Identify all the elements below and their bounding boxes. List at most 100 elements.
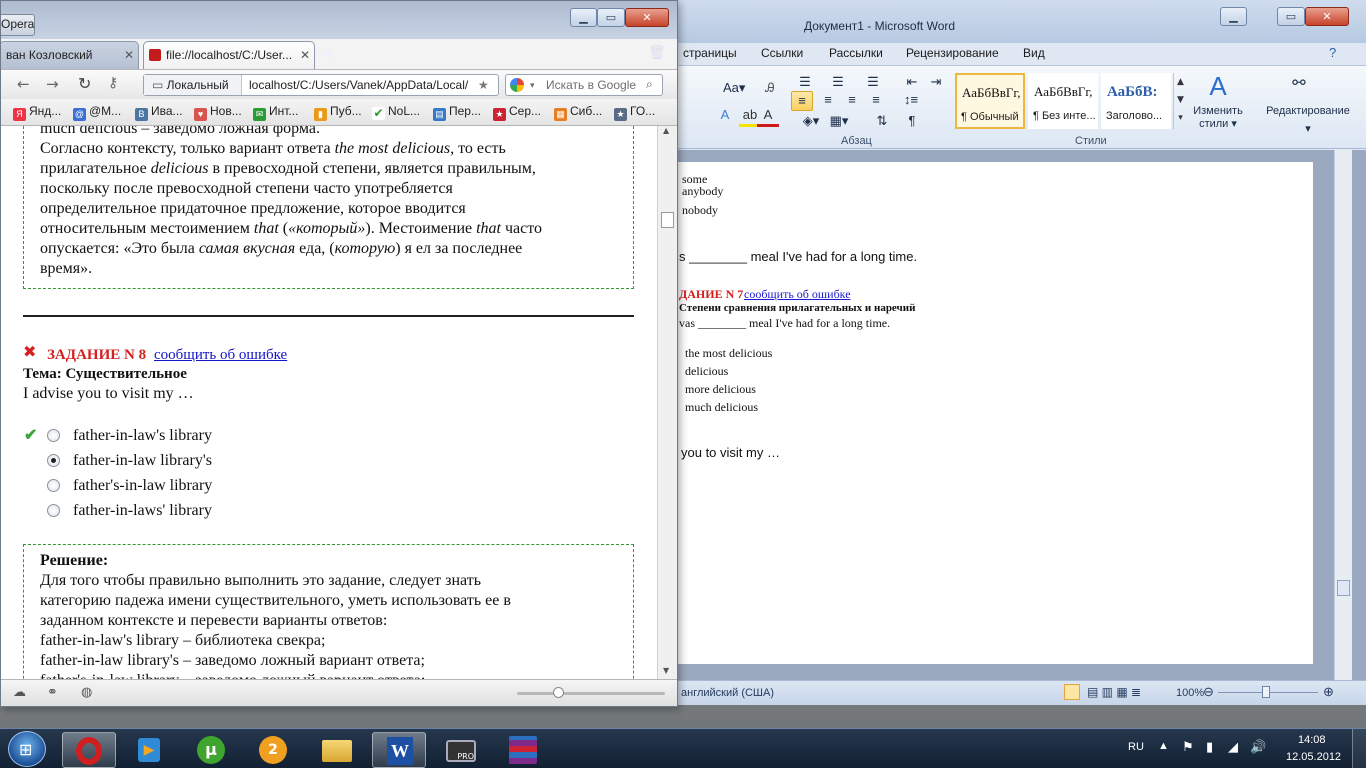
taskbar-app4[interactable]: 2 [246, 732, 300, 768]
zoom-level[interactable]: 100% [1176, 687, 1204, 699]
bookmark-10[interactable]: ▦ Сиб... [554, 104, 602, 121]
view-mode-icons[interactable]: ▤ ▥ ▦ ≣ [1087, 685, 1141, 699]
show-desktop-button[interactable] [1352, 729, 1366, 768]
clear-format-icon[interactable]: Ꭿ [761, 79, 779, 97]
bookmark-4[interactable]: ♥ Нов... [194, 104, 242, 121]
bookmark-8[interactable]: ▤ Пер... [433, 104, 481, 121]
search-engine-dropdown-icon[interactable]: ▾ [530, 75, 535, 95]
address-bar[interactable]: ▭ Локальный localhost/C:/Users/Vanek/App… [143, 74, 499, 96]
taskbar-word[interactable]: W [372, 732, 426, 768]
style-no-spacing[interactable]: АаБбВвГг, ¶ Без инте... [1028, 73, 1098, 129]
reload-icon[interactable]: ↻ [78, 74, 91, 93]
search-field[interactable]: ▾ Искать в Google ⌕ [505, 74, 663, 96]
tab-references[interactable]: Ссылки [761, 46, 803, 60]
opera-maximize-button[interactable]: ▭ [597, 8, 625, 27]
start-button[interactable]: ⊞ [8, 731, 46, 767]
decrease-indent-icon[interactable]: ⇤ [903, 73, 921, 91]
tab-close-icon-2[interactable]: ✕ [300, 42, 310, 68]
bullets-icon[interactable]: ☰ [793, 73, 817, 91]
taskbar-video-app[interactable]: PRO [434, 732, 488, 768]
volume-icon[interactable]: 🔊 [1250, 739, 1266, 755]
opera-link-icon[interactable]: ⚭ [47, 685, 58, 700]
minimize-button[interactable]: ▁ [1220, 7, 1247, 26]
opera-turbo-icon[interactable]: ◍ [81, 685, 92, 700]
address-badge[interactable]: ▭ Локальный [144, 75, 242, 95]
print-layout-icon[interactable] [1064, 684, 1080, 700]
language-indicator[interactable]: RU [1128, 741, 1144, 753]
page-vertical-scrollbar[interactable]: ▲ ▼ [657, 126, 677, 679]
key-icon[interactable]: ⚷ [108, 75, 118, 91]
answer-option-2[interactable]: father-in-law library's [1, 450, 401, 472]
bookmark-2[interactable]: @ @M... [73, 104, 121, 121]
tab-file-localhost[interactable]: file://localhost/C:/User... ✕ [143, 41, 315, 69]
report-error-link[interactable]: сообщить об ошибке [154, 347, 287, 364]
borders-icon[interactable]: ▦▾ [827, 112, 851, 130]
page-zoom-thumb[interactable] [553, 687, 564, 698]
tab-kozlovsky[interactable]: ван Козловский ✕ [1, 41, 139, 69]
word-vertical-scrollbar[interactable] [1334, 150, 1352, 680]
style-heading1[interactable]: АаБбВ: Заголово... [1101, 73, 1171, 129]
style-normal[interactable]: АаБбВвГг, ¶ Обычный [955, 73, 1025, 129]
network-icon[interactable]: ◢ [1228, 739, 1238, 755]
radio-4[interactable] [47, 504, 60, 517]
styles-scroll[interactable]: ▲ ▼ ▾ [1173, 73, 1187, 129]
close-button[interactable]: ✕ [1305, 7, 1349, 26]
answer-option-3[interactable]: father's-in-law library [1, 475, 401, 497]
font-color-icon[interactable]: A [757, 106, 779, 127]
scroll-up-icon[interactable]: ▲ [663, 126, 669, 135]
flag-icon[interactable]: ⚑ [1182, 739, 1194, 755]
search-icon[interactable]: ⌕ [646, 74, 653, 94]
word-scroll-thumb[interactable] [1337, 580, 1350, 596]
new-tab-icon[interactable]: + [322, 44, 335, 63]
scroll-down-icon[interactable]: ▼ [663, 666, 669, 675]
page-scroll-thumb[interactable] [661, 212, 674, 228]
bookmark-5[interactable]: ✉ Инт... [253, 104, 298, 121]
change-styles-label[interactable]: Изменить стили ▾ [1189, 105, 1247, 131]
answer-option-1[interactable]: ✔ father-in-law's library [1, 425, 401, 447]
taskbar-media-player[interactable]: ▶ [122, 732, 176, 768]
radio-1[interactable] [47, 429, 60, 442]
shading-icon[interactable]: ◈▾ [799, 112, 823, 130]
answer-option-4[interactable]: father-in-laws' library [1, 500, 401, 522]
zoom-in-icon[interactable]: ⊕ [1323, 684, 1334, 700]
tray-expand-icon[interactable]: ▲ [1158, 740, 1169, 752]
document-page[interactable]: some anybody nobody s ________ meal I've… [641, 162, 1313, 664]
forward-icon[interactable]: → [46, 75, 59, 93]
bookmark-6[interactable]: ▮ Пуб... [314, 104, 362, 121]
radio-2[interactable] [47, 454, 60, 467]
bookmark-7[interactable]: ✔ NoL... [372, 104, 420, 120]
power-icon[interactable]: ▮ [1206, 739, 1213, 755]
trash-icon[interactable]: 🗑 [648, 45, 666, 61]
zoom-slider-thumb[interactable] [1262, 686, 1270, 698]
find-binoculars-icon[interactable]: ⚯ [1286, 75, 1312, 93]
page-zoom-slider[interactable] [517, 692, 665, 695]
taskbar-utorrent[interactable]: µ [184, 732, 238, 768]
taskbar-explorer[interactable] [310, 732, 364, 768]
zoom-out-icon[interactable]: ⊖ [1203, 684, 1214, 700]
radio-3[interactable] [47, 479, 60, 492]
tab-close-icon[interactable]: ✕ [124, 42, 134, 68]
opera-minimize-button[interactable]: ▁ [570, 8, 597, 27]
font-size-change-icon[interactable]: Aa▾ [723, 79, 745, 97]
clock-time[interactable]: 14:08 [1298, 734, 1326, 746]
justify-button[interactable]: ≡ [865, 91, 887, 109]
numbering-icon[interactable]: ☰ [826, 73, 850, 91]
bookmark-star-icon[interactable]: ★ [478, 75, 489, 95]
bookmark-3[interactable]: В Ива... [135, 104, 183, 121]
bookmark-1[interactable]: Я Янд... [13, 104, 61, 121]
tab-view[interactable]: Вид [1023, 46, 1045, 60]
editing-button[interactable]: Редактирование ▾ [1253, 102, 1363, 138]
tab-review[interactable]: Рецензирование [906, 46, 999, 60]
sort-icon[interactable]: ⇅ [873, 112, 891, 130]
text-effects-icon[interactable]: A [715, 106, 735, 124]
align-left-button[interactable]: ≡ [791, 91, 813, 111]
increase-indent-icon[interactable]: ⇥ [927, 73, 945, 91]
change-styles-icon[interactable]: A [1201, 70, 1235, 102]
doc-report-link[interactable]: сообщить об ошибке [744, 287, 851, 302]
taskbar-opera[interactable] [62, 732, 116, 768]
align-center-button[interactable]: ≡ [817, 91, 839, 109]
status-language[interactable]: английский (США) [681, 687, 774, 699]
bookmark-9[interactable]: ★ Сер... [493, 104, 541, 121]
taskbar-winrar[interactable] [496, 732, 550, 768]
tab-mailings[interactable]: Рассылки [829, 46, 883, 60]
